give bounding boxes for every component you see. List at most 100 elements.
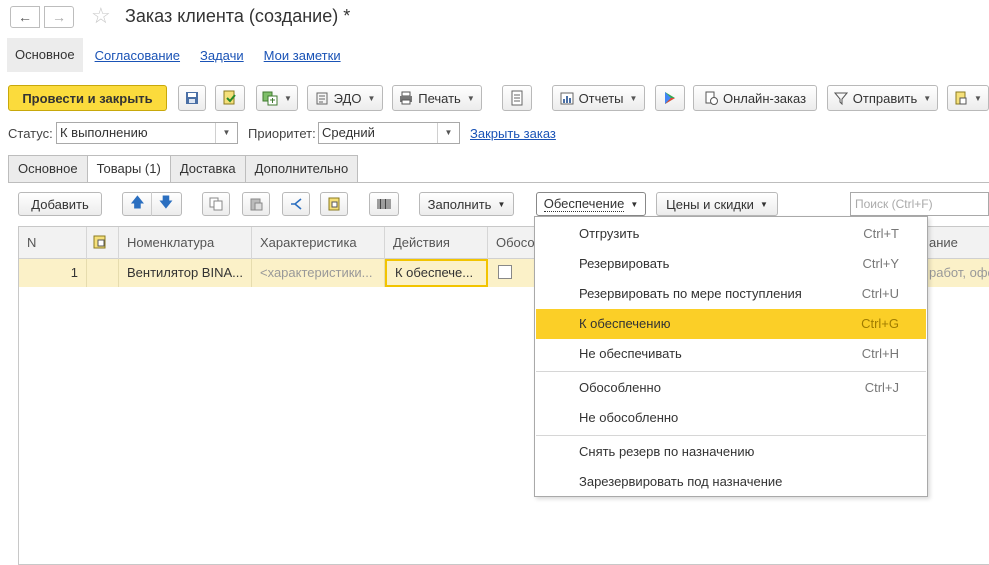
print-button[interactable]: Печать ▼ [392,85,482,111]
post-button[interactable] [215,85,245,111]
chevron-down-icon: ▼ [629,93,638,103]
menu-item-label: Резервировать [579,256,670,271]
col-nomenclature[interactable]: Номенклатура [119,227,252,259]
cell-nomenclature[interactable]: Вентилятор BINA... [119,259,252,287]
printer-icon [400,91,413,105]
picture-icon [93,235,106,249]
close-order-link[interactable]: Закрыть заказ [470,126,556,141]
priority-value: Средний [322,125,375,140]
paste-button[interactable] [242,192,270,216]
supply-dropdown-menu: Отгрузить Ctrl+T Резервировать Ctrl+Y Ре… [534,216,928,497]
menu-item-shortcut: Ctrl+T [863,226,899,241]
send-button[interactable]: Отправить ▼ [827,85,938,111]
barcode-icon [377,199,391,209]
section-nav: Основное Согласование Задачи Мои заметки [7,38,341,72]
status-label: Статус: [8,126,53,141]
menu-separator [536,435,926,436]
col-comment[interactable]: ание [929,227,989,259]
supply-button[interactable]: Обеспечение ▼ [536,192,646,216]
chevron-down-icon: ▼ [630,199,639,209]
col-picture[interactable] [87,227,119,259]
menu-item-label: Резервировать по мере поступления [579,286,802,301]
supply-label: Обеспечение [543,196,625,212]
status-combo[interactable]: К выполнению ▼ [56,122,238,144]
cell-actions[interactable]: К обеспече... [385,259,488,287]
save-button[interactable] [178,85,206,111]
selection-icon [328,197,340,211]
back-button[interactable]: ← [10,6,40,28]
tab-additional[interactable]: Дополнительно [244,155,359,182]
status-value: К выполнению [60,125,148,140]
chevron-down-icon: ▼ [497,199,506,209]
menu-item-do-not-supply[interactable]: Не обеспечивать Ctrl+H [535,339,927,369]
menu-item-label: Не обеспечивать [579,346,682,361]
tab-delivery[interactable]: Доставка [169,155,246,182]
chevron-down-icon: ▼ [466,93,475,103]
structure-button[interactable] [502,85,532,111]
menu-item-shortcut: Ctrl+H [861,346,899,361]
menu-item-not-separated[interactable]: Не обособленно [535,403,927,433]
edo-button[interactable]: ЭДО ▼ [307,85,383,111]
col-actions[interactable]: Действия [385,227,488,259]
pick-button[interactable] [320,192,348,216]
section-tasks-link[interactable]: Задачи [200,48,244,63]
priority-combo[interactable]: Средний ▼ [318,122,460,144]
menu-item-to-supply[interactable]: К обеспечению Ctrl+G [536,309,926,339]
arrow-up-icon[interactable]: 🡅 [124,192,152,216]
add-row-button[interactable]: Добавить [18,192,102,216]
favorite-star-icon[interactable]: ☆ [91,3,111,29]
menu-item-label: К обеспечению [579,316,671,331]
chevron-down-icon[interactable]: ▼ [215,123,237,143]
tab-goods[interactable]: Товары (1) [86,155,171,183]
col-n[interactable]: N [19,227,87,259]
post-and-close-button[interactable]: Провести и закрыть [8,85,167,111]
split-icon [291,198,302,210]
menu-item-separated[interactable]: Обособленно Ctrl+J [535,373,927,403]
google-play-button[interactable] [655,85,685,111]
split-row-button[interactable] [282,192,310,216]
create-based-icon [262,91,278,106]
forward-button[interactable]: → [44,6,74,28]
cell-characteristic[interactable]: <характеристики... [252,259,385,287]
cell-comment[interactable]: работ, офор [929,259,989,287]
fill-button[interactable]: Заполнить ▼ [419,192,514,216]
chevron-down-icon: ▼ [284,93,292,103]
chevron-down-icon[interactable]: ▼ [437,123,459,143]
tab-main[interactable]: Основное [8,155,88,182]
prices-label: Цены и скидки [666,196,754,212]
reports-icon [560,92,574,105]
menu-item-reserve-on-arrival[interactable]: Резервировать по мере поступления Ctrl+U [535,279,927,309]
priority-label: Приоритет: [248,126,316,141]
menu-separator [536,371,926,372]
menu-item-label: Зарезервировать под назначение [579,474,783,489]
separated-checkbox[interactable] [498,265,512,279]
more-actions-button[interactable]: ▼ [947,85,989,111]
menu-item-ship[interactable]: Отгрузить Ctrl+T [535,219,927,249]
send-icon [833,92,848,105]
menu-item-shortcut: Ctrl+G [861,316,899,331]
menu-item-reserve[interactable]: Резервировать Ctrl+Y [535,249,927,279]
col-characteristic[interactable]: Характеристика [252,227,385,259]
post-document-icon [223,90,236,105]
prices-discounts-button[interactable]: Цены и скидки ▼ [656,192,778,216]
search-input[interactable]: Поиск (Ctrl+F) [850,192,989,216]
menu-item-shortcut: Ctrl+U [861,286,899,301]
section-notes-link[interactable]: Мои заметки [264,48,341,63]
cell-n: 1 [19,259,87,287]
section-approval-link[interactable]: Согласование [95,48,180,63]
menu-item-reserve-for-purpose[interactable]: Зарезервировать под назначение [535,467,927,497]
paste-icon [250,198,263,211]
reports-button[interactable]: Отчеты ▼ [552,85,645,111]
section-main[interactable]: Основное [7,38,83,72]
menu-item-label: Снять резерв по назначению [579,444,755,459]
arrow-down-icon[interactable]: 🡇 [152,192,180,216]
create-based-on-button[interactable]: ▼ [256,85,298,111]
floppy-disk-icon [186,92,198,104]
menu-item-label: Не обособленно [579,410,679,425]
online-order-button[interactable]: Онлайн-заказ [693,85,817,111]
barcode-button[interactable] [369,192,399,216]
menu-item-unreserve-by-purpose[interactable]: Снять резерв по назначению [535,437,927,467]
copy-row-button[interactable] [202,192,230,216]
menu-item-shortcut: Ctrl+J [864,380,899,395]
print-label: Печать [418,90,461,106]
